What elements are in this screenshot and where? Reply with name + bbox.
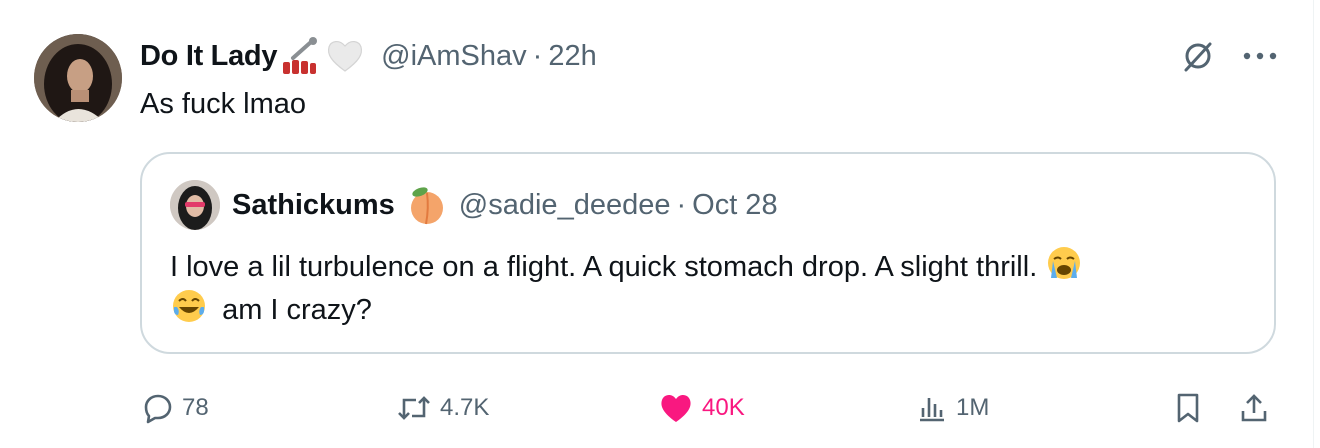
share-button[interactable]	[1238, 388, 1270, 428]
quoted-text: I love a lil turbulence on a flight. A q…	[170, 244, 1255, 330]
grok-icon[interactable]	[1180, 38, 1216, 74]
quoted-date[interactable]: Oct 28	[692, 189, 777, 222]
quoted-author-name[interactable]: Sathickums	[232, 189, 395, 222]
quoted-tweet[interactable]: Sathickums @sadie_deedee · Oct 28 I love…	[140, 152, 1276, 354]
more-icon[interactable]	[1242, 50, 1278, 62]
quoted-author-handle[interactable]: @sadie_deedee	[459, 189, 671, 222]
column-border	[1313, 0, 1320, 448]
tears-of-joy-icon	[173, 290, 205, 322]
repost-icon	[398, 396, 430, 420]
bookmark-icon	[1177, 393, 1199, 423]
tweet-header: Do It Lady @iAmShav · 22h	[140, 34, 597, 78]
separator-dot: ·	[676, 188, 687, 221]
quoted-author-avatar[interactable]	[170, 180, 220, 230]
reply-button[interactable]: 78	[142, 388, 209, 428]
tweet-time[interactable]: 22h	[548, 40, 596, 73]
views-icon	[920, 398, 944, 422]
author-avatar[interactable]	[34, 34, 122, 122]
reply-icon	[144, 394, 172, 424]
tweet-text: As fuck lmao	[140, 88, 306, 120]
quoted-text-line-2: am I crazy?	[222, 294, 372, 326]
peach-icon	[410, 187, 443, 225]
separator-dot: ·	[532, 39, 543, 72]
like-button[interactable]: 40K	[658, 388, 745, 428]
bookmark-button[interactable]	[1174, 388, 1202, 428]
author-handle[interactable]: @iAmShav	[381, 40, 526, 73]
quoted-text-line-1: I love a lil turbulence on a flight. A q…	[170, 251, 1038, 283]
author-name[interactable]: Do It Lady	[140, 40, 277, 73]
white-heart-icon	[328, 41, 363, 72]
like-count: 40K	[702, 394, 745, 421]
heart-filled-icon	[661, 394, 691, 422]
loudly-crying-face-icon	[1048, 247, 1081, 279]
views-button[interactable]: 1M	[916, 388, 989, 428]
repost-count: 4.7K	[440, 394, 490, 421]
views-count: 1M	[956, 394, 990, 421]
nail-polish-icon	[283, 37, 318, 74]
repost-button[interactable]: 4.7K	[396, 388, 489, 428]
action-bar: 78 4.7K 40K 1M	[140, 388, 1280, 428]
name-emojis	[279, 36, 365, 76]
share-icon	[1241, 394, 1267, 422]
quoted-header: Sathickums @sadie_deedee · Oct 28	[232, 182, 778, 228]
tweet-top-icons	[1180, 38, 1278, 74]
reply-count: 78	[182, 394, 209, 421]
